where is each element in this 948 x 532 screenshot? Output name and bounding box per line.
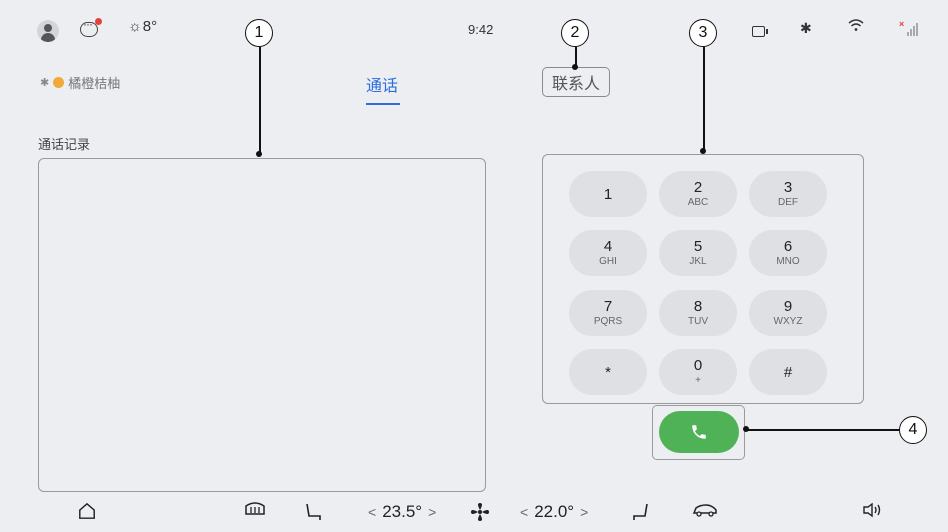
dialpad-key[interactable]: * — [569, 349, 647, 395]
seat-icon — [633, 503, 648, 520]
key-digit: 5 — [693, 238, 703, 255]
volume-icon — [863, 502, 881, 518]
key-digit: 9 — [783, 298, 793, 315]
dialpad-key[interactable]: 5 JKL — [659, 230, 737, 276]
rear-defrost-button[interactable] — [244, 502, 266, 518]
dialpad-key[interactable]: 0 + — [659, 349, 737, 395]
callout-1: 1 — [245, 19, 273, 47]
weather-widget[interactable]: ☼ 8° — [128, 18, 157, 35]
call-history-list[interactable] — [38, 158, 486, 492]
wifi-icon — [848, 18, 864, 35]
right-temp-value: 22.0° — [534, 502, 575, 521]
key-letters: + — [695, 375, 701, 386]
key-digit: 1 — [603, 185, 613, 203]
callout-1-line — [259, 47, 261, 154]
key-digit: 3 — [783, 179, 793, 196]
key-letters: TUV — [688, 316, 708, 327]
key-letters: ABC — [687, 197, 709, 208]
key-digit: 4 — [603, 238, 613, 255]
key-letters: PQRS — [593, 316, 623, 327]
tab-contacts[interactable]: 联系人 — [542, 67, 610, 97]
defrost-icon — [245, 502, 265, 515]
key-letters: GHI — [599, 256, 617, 267]
callout-4-pin — [743, 426, 749, 432]
notification-dot — [95, 18, 102, 25]
key-digit: 8 — [693, 298, 703, 315]
volume-button[interactable] — [862, 502, 884, 518]
callout-1-pin — [256, 151, 262, 157]
avatar[interactable] — [37, 20, 59, 42]
callout-3: 3 — [689, 19, 717, 47]
home-icon — [79, 502, 95, 519]
air-circulation-button[interactable] — [692, 502, 718, 518]
signal-icon: × — [899, 19, 919, 36]
callout-2-pin — [572, 64, 578, 70]
battery-icon — [752, 26, 768, 37]
right-temp-control[interactable]: < 22.0° > — [514, 502, 594, 522]
device-emoji-icon — [53, 77, 65, 88]
dialpad-key[interactable]: # — [749, 349, 827, 395]
fan-button[interactable] — [470, 502, 490, 522]
right-temp-increase[interactable]: > — [574, 504, 594, 520]
key-digit: * — [605, 363, 611, 381]
weather-icon: ☼ — [128, 18, 142, 35]
left-seat-button[interactable] — [304, 502, 322, 522]
right-seat-button[interactable] — [632, 502, 650, 522]
clock: 9:42 — [468, 22, 494, 37]
key-digit: 7 — [603, 298, 613, 315]
bluetooth-device[interactable]: ✱ 橘橙桔柚 — [40, 73, 120, 92]
dialpad-key[interactable]: 3 DEF — [749, 171, 827, 217]
dialpad-key[interactable]: 2 ABC — [659, 171, 737, 217]
dialpad-key[interactable]: 1 — [569, 171, 647, 217]
bluetooth-icon: ✱ — [40, 77, 50, 89]
callout-4: 4 — [899, 416, 927, 444]
bluetooth-icon: ✱ — [800, 20, 812, 36]
dialpad-key[interactable]: 9 WXYZ — [749, 290, 827, 336]
call-button[interactable] — [659, 411, 739, 453]
key-digit: 6 — [783, 238, 793, 255]
key-digit: 2 — [693, 179, 703, 196]
callout-2: 2 — [561, 19, 589, 47]
key-letters: MNO — [776, 256, 800, 267]
fan-icon — [471, 503, 489, 521]
weather-temp: 8° — [142, 18, 158, 35]
call-history-title: 通话记录 — [38, 137, 91, 152]
dialpad-key[interactable]: 6 MNO — [749, 230, 827, 276]
dialpad-key[interactable]: 7 PQRS — [569, 290, 647, 336]
message-icon[interactable] — [80, 17, 102, 37]
tab-call-indicator — [366, 103, 400, 105]
seat-icon — [306, 503, 321, 520]
callout-3-line — [703, 47, 705, 151]
device-name: 橘橙桔柚 — [68, 76, 121, 91]
callout-4-line — [746, 429, 900, 431]
left-temp-increase[interactable]: > — [422, 504, 442, 520]
left-temp-control[interactable]: < 23.5° > — [362, 502, 442, 522]
dialpad-key[interactable]: 8 TUV — [659, 290, 737, 336]
key-letters: DEF — [778, 197, 798, 208]
phone-icon — [692, 425, 706, 439]
callout-3-pin — [700, 148, 706, 154]
right-temp-decrease[interactable]: < — [514, 504, 534, 520]
car-circulation-icon — [692, 504, 717, 517]
home-button[interactable] — [78, 502, 96, 520]
tab-call[interactable]: 通话 — [366, 72, 398, 96]
key-letters: JKL — [689, 256, 707, 267]
left-temp-decrease[interactable]: < — [362, 504, 382, 520]
key-letters: WXYZ — [773, 316, 803, 327]
key-digit: # — [783, 363, 793, 381]
left-temp-value: 23.5° — [382, 502, 423, 521]
dialpad-key[interactable]: 4 GHI — [569, 230, 647, 276]
key-digit: 0 — [693, 357, 703, 374]
